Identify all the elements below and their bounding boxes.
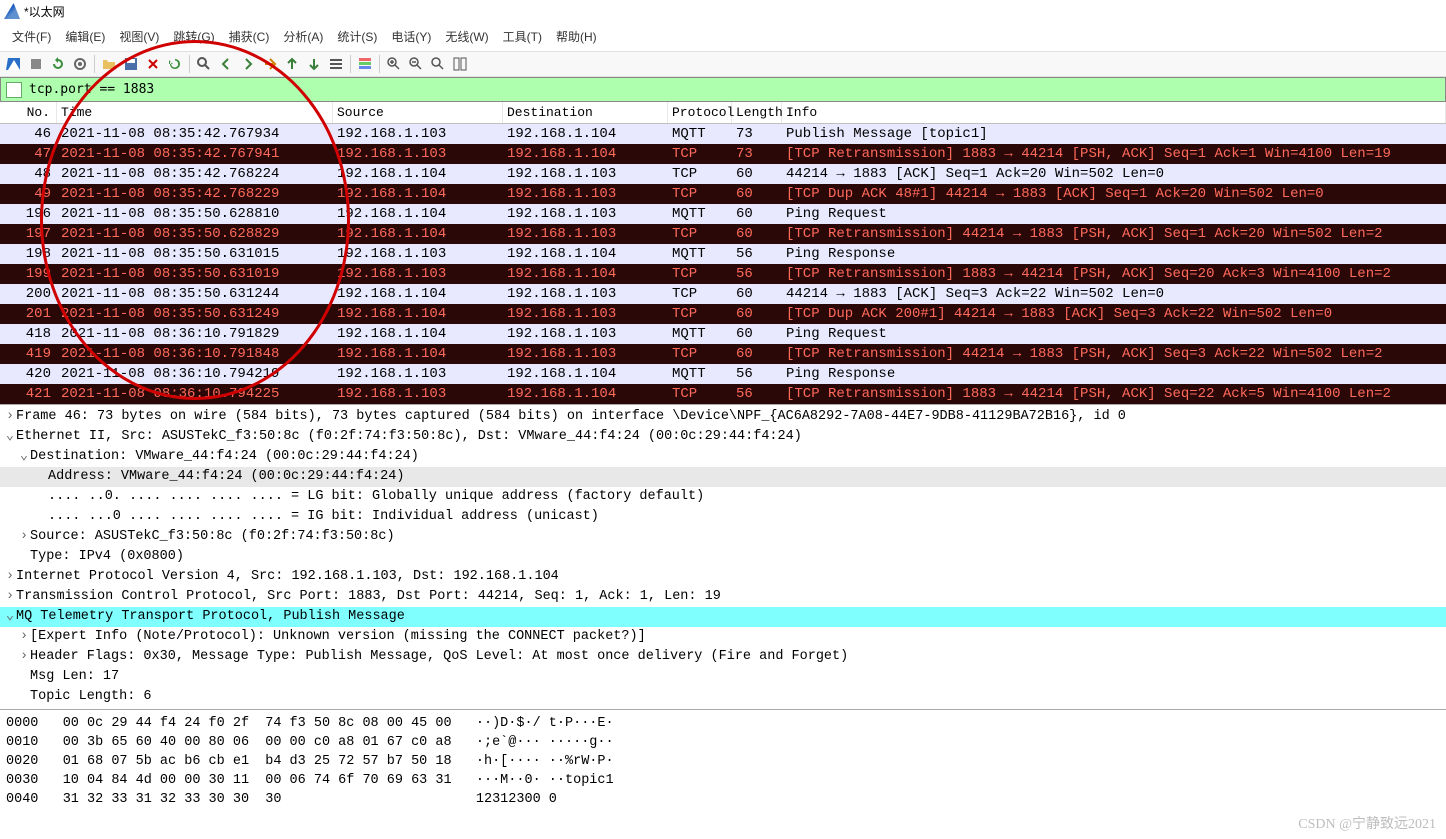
expand-icon[interactable]: › xyxy=(18,627,30,647)
packet-details[interactable]: ›Frame 46: 73 bytes on wire (584 bits), … xyxy=(0,404,1446,709)
toolbar xyxy=(0,51,1446,77)
menu-tools[interactable]: 工具(T) xyxy=(497,26,548,47)
packet-row[interactable]: 1962021-11-08 08:35:50.628810192.168.1.1… xyxy=(0,204,1446,224)
collapse-icon[interactable]: ⌄ xyxy=(4,607,16,627)
find-button[interactable] xyxy=(194,54,214,74)
packet-bytes[interactable]: 0000 00 0c 29 44 f4 24 f0 2f 74 f3 50 8c… xyxy=(0,709,1446,813)
first-button[interactable] xyxy=(282,54,302,74)
autoscroll-button[interactable] xyxy=(326,54,346,74)
start-capture-button[interactable] xyxy=(4,54,24,74)
prev-button[interactable] xyxy=(216,54,236,74)
expand-icon[interactable]: › xyxy=(4,567,16,587)
zoom-in-button[interactable] xyxy=(384,54,404,74)
menu-file[interactable]: 文件(F) xyxy=(6,26,57,47)
titlebar: *以太网 xyxy=(0,0,1446,22)
packet-row[interactable]: 4202021-11-08 08:36:10.794219192.168.1.1… xyxy=(0,364,1446,384)
detail-frame[interactable]: Frame 46: 73 bytes on wire (584 bits), 7… xyxy=(16,407,1126,427)
detail-eth-dst[interactable]: Destination: VMware_44:f4:24 (00:0c:29:4… xyxy=(30,447,419,467)
detail-eth-type[interactable]: Type: IPv4 (0x0800) xyxy=(30,547,184,567)
detail-mqtt-topic[interactable]: Topic Length: 6 xyxy=(30,687,152,707)
detail-tcp[interactable]: Transmission Control Protocol, Src Port:… xyxy=(16,587,721,607)
packet-row[interactable]: 4192021-11-08 08:36:10.791848192.168.1.1… xyxy=(0,344,1446,364)
col-header-length[interactable]: Length xyxy=(732,102,782,123)
save-file-button[interactable] xyxy=(121,54,141,74)
menubar: 文件(F) 编辑(E) 视图(V) 跳转(G) 捕获(C) 分析(A) 统计(S… xyxy=(0,22,1446,51)
col-header-source[interactable]: Source xyxy=(333,102,503,123)
watermark: CSDN @宁静致远2021 xyxy=(1298,813,1436,833)
reload-button[interactable] xyxy=(165,54,185,74)
menu-telephony[interactable]: 电话(Y) xyxy=(385,26,437,47)
menu-statistics[interactable]: 统计(S) xyxy=(331,26,383,47)
restart-capture-button[interactable] xyxy=(48,54,68,74)
packet-row[interactable]: 1982021-11-08 08:35:50.631015192.168.1.1… xyxy=(0,244,1446,264)
col-header-info[interactable]: Info xyxy=(782,102,1446,123)
detail-mqtt-len[interactable]: Msg Len: 17 xyxy=(30,667,119,687)
expand-icon[interactable]: › xyxy=(4,407,16,427)
last-button[interactable] xyxy=(304,54,324,74)
packet-row[interactable]: 462021-11-08 08:35:42.767934192.168.1.10… xyxy=(0,124,1446,144)
packet-row[interactable]: 4182021-11-08 08:36:10.791829192.168.1.1… xyxy=(0,324,1446,344)
detail-ip[interactable]: Internet Protocol Version 4, Src: 192.16… xyxy=(16,567,559,587)
expand-icon[interactable]: › xyxy=(18,527,30,547)
packet-list[interactable]: 462021-11-08 08:35:42.767934192.168.1.10… xyxy=(0,124,1446,404)
expand-icon[interactable]: › xyxy=(4,587,16,607)
resize-columns-button[interactable] xyxy=(450,54,470,74)
next-button[interactable] xyxy=(238,54,258,74)
packet-list-header: No. Time Source Destination Protocol Len… xyxy=(0,102,1446,124)
zoom-out-button[interactable] xyxy=(406,54,426,74)
detail-eth-lg[interactable]: .... ..0. .... .... .... .... = LG bit: … xyxy=(48,487,704,507)
packet-row[interactable]: 2002021-11-08 08:35:50.631244192.168.1.1… xyxy=(0,284,1446,304)
col-header-no[interactable]: No. xyxy=(0,102,57,123)
filter-bookmark-icon[interactable] xyxy=(6,82,22,98)
detail-eth-ig[interactable]: .... ...0 .... .... .... .... = IG bit: … xyxy=(48,507,599,527)
packet-row[interactable]: 472021-11-08 08:35:42.767941192.168.1.10… xyxy=(0,144,1446,164)
goto-button[interactable] xyxy=(260,54,280,74)
zoom-reset-button[interactable] xyxy=(428,54,448,74)
open-file-button[interactable] xyxy=(99,54,119,74)
packet-row[interactable]: 1972021-11-08 08:35:50.628829192.168.1.1… xyxy=(0,224,1446,244)
menu-go[interactable]: 跳转(G) xyxy=(167,26,220,47)
menu-edit[interactable]: 编辑(E) xyxy=(59,26,111,47)
close-file-button[interactable] xyxy=(143,54,163,74)
wireshark-icon xyxy=(4,3,20,19)
packet-row[interactable]: 2012021-11-08 08:35:50.631249192.168.1.1… xyxy=(0,304,1446,324)
menu-capture[interactable]: 捕获(C) xyxy=(223,26,276,47)
collapse-icon[interactable]: ⌄ xyxy=(4,427,16,447)
packet-row[interactable]: 4212021-11-08 08:36:10.794225192.168.1.1… xyxy=(0,384,1446,404)
menu-view[interactable]: 视图(V) xyxy=(113,26,165,47)
packet-row[interactable]: 1992021-11-08 08:35:50.631019192.168.1.1… xyxy=(0,264,1446,284)
window-title: *以太网 xyxy=(24,3,65,20)
detail-eth-src[interactable]: Source: ASUSTekC_f3:50:8c (f0:2f:74:f3:5… xyxy=(30,527,395,547)
col-header-destination[interactable]: Destination xyxy=(503,102,668,123)
menu-wireless[interactable]: 无线(W) xyxy=(439,26,494,47)
detail-ethernet[interactable]: Ethernet II, Src: ASUSTekC_f3:50:8c (f0:… xyxy=(16,427,802,447)
capture-options-button[interactable] xyxy=(70,54,90,74)
detail-eth-addr[interactable]: Address: VMware_44:f4:24 (00:0c:29:44:f4… xyxy=(48,467,404,487)
menu-help[interactable]: 帮助(H) xyxy=(550,26,603,47)
detail-mqtt[interactable]: MQ Telemetry Transport Protocol, Publish… xyxy=(16,607,405,627)
menu-analyze[interactable]: 分析(A) xyxy=(277,26,329,47)
expand-icon[interactable]: › xyxy=(18,647,30,667)
collapse-icon[interactable]: ⌄ xyxy=(18,447,30,467)
filter-bar xyxy=(0,77,1446,102)
detail-mqtt-flags[interactable]: Header Flags: 0x30, Message Type: Publis… xyxy=(30,647,848,667)
display-filter-input[interactable] xyxy=(25,80,1443,99)
packet-row[interactable]: 492021-11-08 08:35:42.768229192.168.1.10… xyxy=(0,184,1446,204)
packet-row[interactable]: 482021-11-08 08:35:42.768224192.168.1.10… xyxy=(0,164,1446,184)
col-header-protocol[interactable]: Protocol xyxy=(668,102,732,123)
detail-mqtt-expert[interactable]: [Expert Info (Note/Protocol): Unknown ve… xyxy=(30,627,646,647)
col-header-time[interactable]: Time xyxy=(57,102,333,123)
stop-capture-button[interactable] xyxy=(26,54,46,74)
colorize-button[interactable] xyxy=(355,54,375,74)
